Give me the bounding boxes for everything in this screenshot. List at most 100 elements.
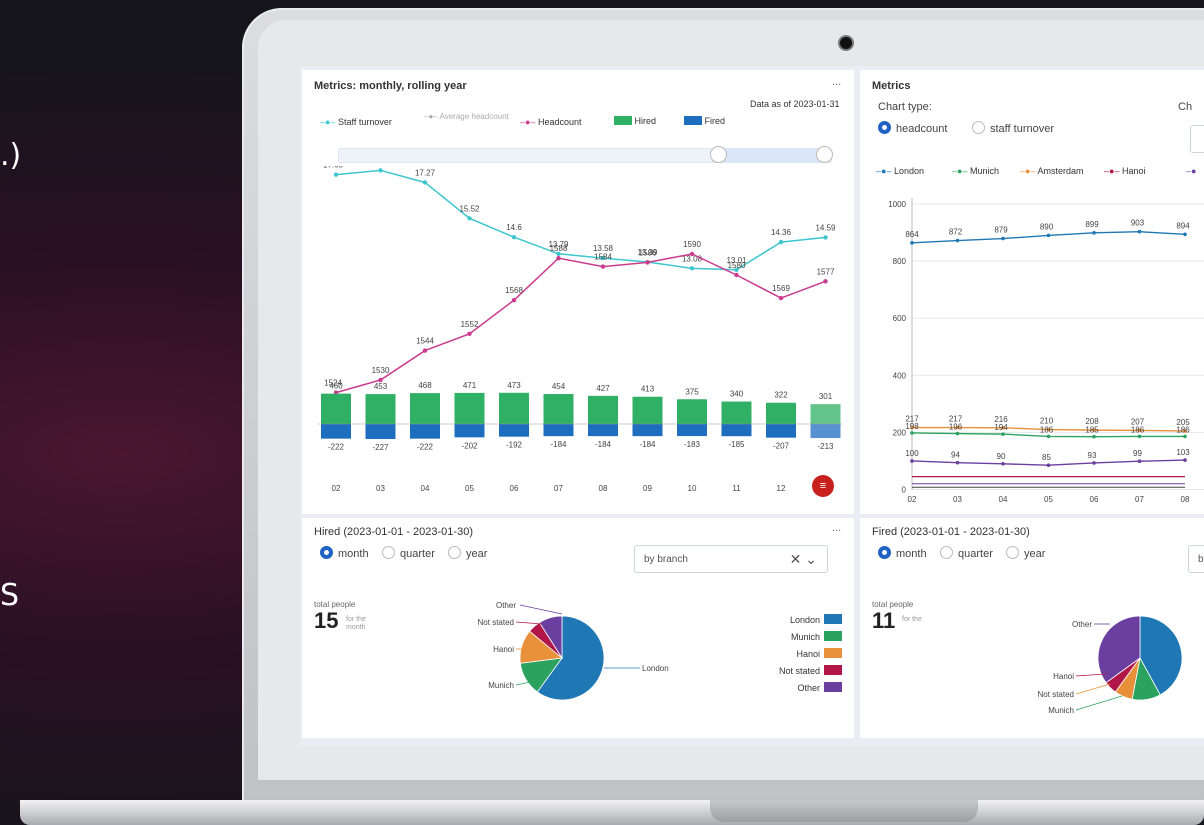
legend-amsterdam[interactable]: –●– Amsterdam xyxy=(1020,166,1083,176)
legend-average-headcount[interactable]: –●– Average headcount xyxy=(424,112,509,121)
radio-headcount[interactable]: headcount xyxy=(878,121,947,135)
headcount-label: 1584 xyxy=(594,253,612,262)
radio-quarter[interactable]: quarter xyxy=(940,546,993,560)
munich-point xyxy=(1092,434,1096,439)
panel-menu-button[interactable]: ... xyxy=(832,522,841,534)
fired-label: -183 xyxy=(684,440,701,449)
chart-type-label: Chart type: xyxy=(878,101,932,113)
legend-hanoi[interactable]: –●– Hanoi xyxy=(1104,166,1145,176)
legend-item[interactable]: Other xyxy=(752,682,842,699)
slice-label: London xyxy=(642,664,669,673)
legend-item[interactable]: Hanoi xyxy=(752,648,842,665)
munich-point xyxy=(1046,434,1051,439)
range-slider-selection[interactable] xyxy=(712,148,830,163)
munich-label: 198 xyxy=(905,422,919,431)
fired-label: -227 xyxy=(372,443,389,452)
fired-bar xyxy=(410,424,440,439)
fired-bar xyxy=(766,424,796,438)
radio-staff-turnover[interactable]: staff turnover xyxy=(972,121,1054,135)
turnover-point xyxy=(333,172,339,177)
slice-label: Hanoi xyxy=(493,645,514,654)
legend-item[interactable]: Munich xyxy=(752,631,842,648)
london-point xyxy=(955,238,960,243)
headcount-point xyxy=(556,256,561,261)
legend-label: Munich xyxy=(790,632,820,642)
label-leader xyxy=(1075,695,1123,711)
headcount-line xyxy=(335,253,826,394)
legend-swatch xyxy=(824,682,842,692)
hired-bar xyxy=(810,404,841,424)
branch-label: 85 xyxy=(1042,453,1051,462)
fired-label: -184 xyxy=(639,440,656,449)
hired-bar xyxy=(499,392,529,424)
headcount-label: 1544 xyxy=(416,337,434,346)
month-label: month xyxy=(346,624,366,631)
turnover-point xyxy=(467,216,472,221)
legend-fired[interactable]: Fired xyxy=(684,116,725,126)
radio-year[interactable]: year xyxy=(448,546,487,560)
radio-month[interactable]: month xyxy=(320,546,369,560)
branch-point xyxy=(1092,461,1096,465)
legend-munich[interactable]: –●– Munich xyxy=(952,166,999,176)
panel-hired: Hired (2023-01-01 - 2023-01-30) ... mont… xyxy=(302,518,854,738)
branch-label: 90 xyxy=(997,452,1006,461)
turnover-point xyxy=(823,235,828,240)
legend-swatch xyxy=(824,665,842,675)
london-point xyxy=(1183,232,1187,237)
hired-label: 322 xyxy=(774,391,788,400)
headcount-label: 1552 xyxy=(461,320,479,329)
hired-bar xyxy=(543,394,574,424)
panel-title: Metrics xyxy=(872,80,911,92)
branch-select[interactable]: by branch ✕ ⌄ xyxy=(634,545,828,573)
headcount-label: 1569 xyxy=(772,284,790,293)
radio-quarter[interactable]: quarter xyxy=(382,546,435,560)
total-people-value: 15 xyxy=(314,608,339,633)
legend-headcount[interactable]: –●– Headcount xyxy=(520,117,582,127)
fired-bar xyxy=(365,424,396,439)
hired-bar xyxy=(410,393,440,424)
branch-label: 100 xyxy=(905,449,919,458)
branch-point xyxy=(1183,458,1187,462)
turnover-point xyxy=(511,235,517,240)
month-tick: 02 xyxy=(908,495,917,504)
legend-staff-turnover[interactable]: –●– Staff turnover xyxy=(320,117,392,127)
slice-label: Not stated xyxy=(1038,690,1074,699)
month-tick: 07 xyxy=(554,484,563,493)
radio-year[interactable]: year xyxy=(1006,546,1045,560)
range-handle-right[interactable] xyxy=(816,146,833,163)
panel-menu-button[interactable]: ... xyxy=(832,76,841,88)
legend-item[interactable]: Not stated xyxy=(752,665,842,682)
radio-month[interactable]: month xyxy=(878,546,927,560)
legend-hired[interactable]: Hired xyxy=(614,116,656,126)
chart-menu-button[interactable]: ≡ xyxy=(812,475,834,497)
chart-select[interactable] xyxy=(1190,125,1204,153)
for-the-label: for the xyxy=(902,616,922,623)
panel-fired: Fired (2023-01-01 - 2023-01-30) month qu… xyxy=(860,518,1204,738)
hired-label: 427 xyxy=(596,384,610,393)
headcount-point xyxy=(823,279,828,284)
legend-item[interactable]: London xyxy=(752,614,842,631)
hired-label: 454 xyxy=(552,382,566,391)
fired-label: -222 xyxy=(328,443,345,452)
month-tick: 09 xyxy=(643,484,652,493)
london-point xyxy=(1092,231,1096,235)
headcount-point xyxy=(689,251,695,257)
fired-bar xyxy=(454,424,485,438)
hired-bar xyxy=(588,395,618,424)
month-tick: 04 xyxy=(999,495,1008,504)
turnover-label: 14.6 xyxy=(506,223,522,232)
munich-label: 186 xyxy=(1176,425,1190,434)
month-tick: 08 xyxy=(599,484,608,493)
branch-select[interactable]: b xyxy=(1188,545,1204,573)
headcount-label: 1588 xyxy=(550,244,568,253)
hired-bar xyxy=(677,399,707,424)
hired-label: 413 xyxy=(641,385,655,394)
legend-other[interactable]: –● xyxy=(1186,166,1196,176)
legend-london[interactable]: –●– London xyxy=(876,166,924,176)
month-tick: 02 xyxy=(332,484,341,493)
headcount-label: 1577 xyxy=(817,267,835,276)
headcount-point xyxy=(511,298,517,303)
range-handle-left[interactable] xyxy=(710,146,727,163)
y-tick: 800 xyxy=(893,257,907,266)
london-label: 894 xyxy=(1176,221,1190,230)
